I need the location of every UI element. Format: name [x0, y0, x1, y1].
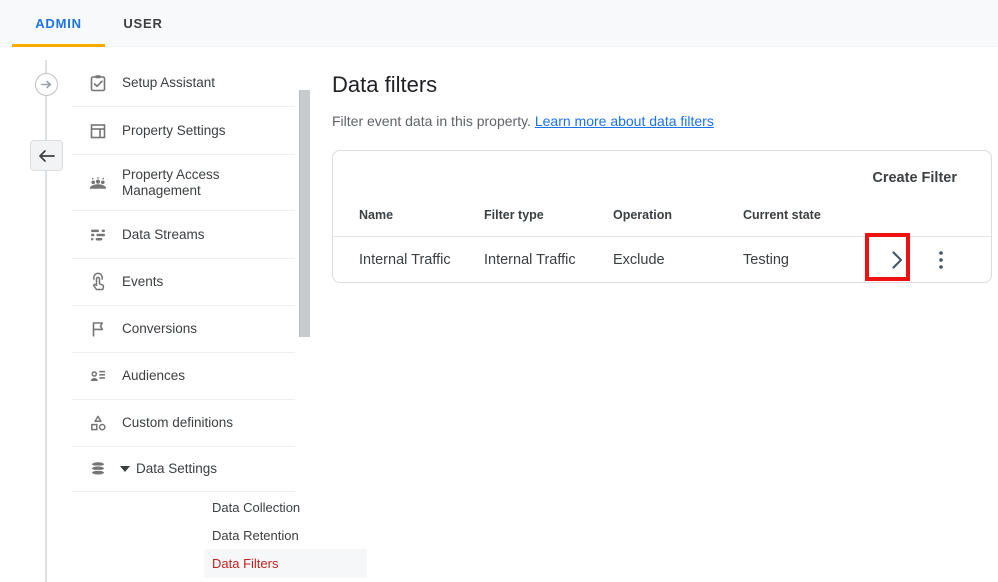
learn-more-link[interactable]: Learn more about data filters [535, 113, 714, 129]
stepper-rail [45, 60, 47, 582]
sidebar-item-audiences[interactable]: Audiences [72, 353, 295, 400]
sidebar-subitem-data-collection[interactable]: Data Collection [204, 492, 367, 522]
touch-icon [88, 272, 108, 292]
more-vert-icon [939, 250, 943, 270]
description-text: Filter event data in this property. [332, 113, 531, 129]
tab-user[interactable]: USER [112, 0, 174, 47]
back-button[interactable] [30, 140, 63, 171]
sidebar-item-events[interactable]: Events [72, 259, 295, 306]
sidebar-subitem-data-retention[interactable]: Data Retention [204, 522, 367, 549]
database-icon [88, 459, 108, 479]
sidebar-scrollbar-thumb[interactable] [299, 90, 310, 337]
sidebar-item-label: Data Settings [136, 461, 217, 477]
sidebar-item-label: Custom definitions [122, 415, 233, 431]
chevron-down-icon[interactable] [120, 466, 130, 472]
sidebar-subitem-label: Data Collection [212, 500, 300, 515]
sidebar-item-label: Property Settings [122, 123, 226, 139]
clipboard-check-icon [88, 73, 108, 93]
column-header-name: Name [359, 208, 393, 222]
flag-icon [88, 319, 108, 339]
cell-operation: Exclude [613, 236, 665, 283]
sidebar-item-data-settings[interactable]: Data Settings [72, 447, 295, 492]
open-filter-button[interactable] [877, 236, 917, 283]
cell-filter-type: Internal Traffic [484, 236, 576, 283]
sidebar-item-property-access-management[interactable]: Property Access Management [72, 155, 295, 211]
column-header-filter-type: Filter type [484, 208, 544, 222]
sidebar-subitem-data-filters[interactable]: Data Filters [204, 549, 367, 578]
create-filter-button[interactable]: Create Filter [872, 170, 957, 186]
column-header-current-state: Current state [743, 208, 821, 222]
chevron-right-icon [892, 251, 903, 269]
data-filters-table: Create Filter Name Filter type Operation… [332, 150, 992, 283]
cell-current-state: Testing [743, 236, 789, 283]
sidebar-item-label: Audiences [122, 368, 185, 384]
sidebar-item-setup-assistant[interactable]: Setup Assistant [72, 60, 295, 107]
sidebar-item-label: Setup Assistant [122, 75, 215, 91]
sidebar-item-label: Data Streams [122, 227, 205, 243]
cell-name: Internal Traffic [359, 236, 451, 283]
streams-icon [88, 225, 108, 245]
admin-page: ADMIN USER Setup Assistant [0, 0, 998, 582]
audience-icon [88, 366, 108, 386]
active-tab-underline [12, 44, 105, 47]
sidebar-item-label: Conversions [122, 321, 197, 337]
sidebar-subitem-label: Data Filters [212, 556, 278, 571]
row-menu-button[interactable] [921, 236, 961, 283]
people-icon [88, 173, 108, 193]
window-icon [88, 121, 108, 141]
sidebar-item-label: Events [122, 274, 163, 290]
arrow-left-icon [38, 149, 55, 163]
sidebar-item-property-settings[interactable]: Property Settings [72, 107, 295, 155]
sidebar-subitem-label: Data Retention [212, 528, 299, 543]
sidebar-item-data-streams[interactable]: Data Streams [72, 211, 295, 259]
sidebar-item-conversions[interactable]: Conversions [72, 306, 295, 353]
arrow-right-circle-icon [40, 78, 53, 91]
column-header-operation: Operation [613, 208, 672, 222]
page-description: Filter event data in this property. Lear… [332, 113, 714, 129]
top-tab-bar: ADMIN USER [0, 0, 998, 47]
collapse-circle-button[interactable] [35, 73, 58, 96]
page-title: Data filters [332, 72, 437, 98]
sidebar-item-custom-definitions[interactable]: Custom definitions [72, 400, 295, 447]
shapes-icon [88, 413, 108, 433]
sidebar-item-label: Property Access Management [122, 167, 295, 199]
tab-admin[interactable]: ADMIN [12, 0, 105, 47]
